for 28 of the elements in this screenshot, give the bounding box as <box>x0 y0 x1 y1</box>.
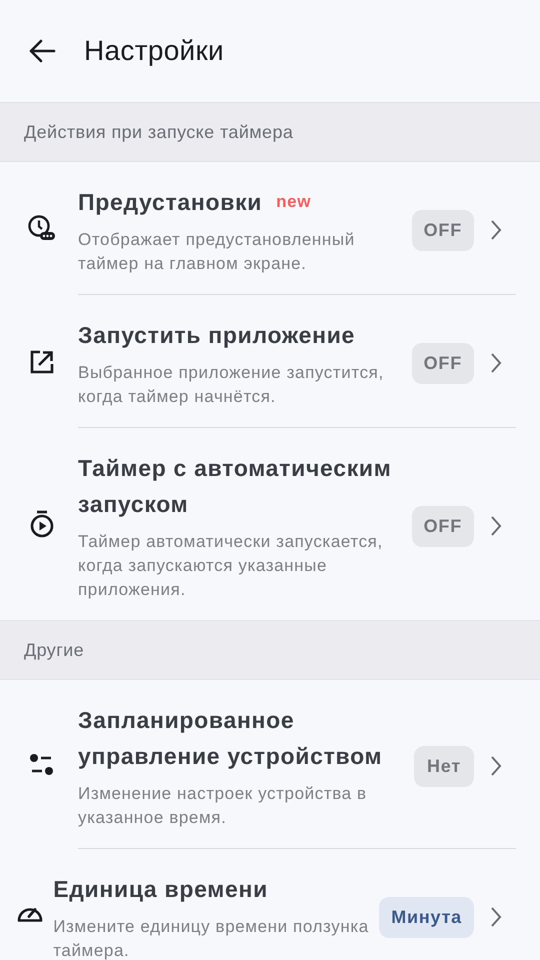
sliders-icon <box>28 752 56 776</box>
value-chip[interactable]: OFF <box>412 506 474 546</box>
speedometer-icon <box>16 907 44 923</box>
setting-title: Единица времени <box>53 876 268 902</box>
setting-description: Отображает предустановленный таймер на главном экране. <box>78 229 356 275</box>
value-chip[interactable]: Нет <box>414 746 474 786</box>
setting-description: Таймер автоматически запускается, когда запускаются указанные приложения. <box>78 531 384 601</box>
chevron-right-icon[interactable] <box>490 352 502 374</box>
chevron-right-icon[interactable] <box>490 219 502 241</box>
setting-title: Запланированное управление устройством <box>78 707 382 769</box>
new-label: new <box>276 192 312 211</box>
setting-description: Изменение настроек устройства в указанное время. <box>78 783 368 829</box>
section-header: Другие <box>0 620 540 680</box>
chevron-right-icon[interactable] <box>490 755 502 777</box>
setting-description: Выбранное приложение запустится, когда таймер начнётся. <box>78 362 385 408</box>
open-external-icon <box>29 348 55 374</box>
section-header: Действия при запуске таймера <box>0 102 540 162</box>
setting-title: Предустановки new <box>78 189 312 215</box>
setting-description: Измените единицу времени ползунка таймера. <box>53 916 370 960</box>
value-chip[interactable]: OFF <box>412 210 474 250</box>
setting-title: Запустить приложение <box>78 322 356 348</box>
setting-title: Таймер с автоматическим запуском <box>78 455 392 517</box>
chevron-right-icon[interactable] <box>490 515 502 537</box>
chevron-right-icon[interactable] <box>490 906 502 928</box>
page-title: Настройки <box>84 35 224 67</box>
value-chip[interactable]: Минута <box>379 896 474 938</box>
stopwatch-icon <box>28 509 56 539</box>
value-chip[interactable]: OFF <box>412 342 474 384</box>
